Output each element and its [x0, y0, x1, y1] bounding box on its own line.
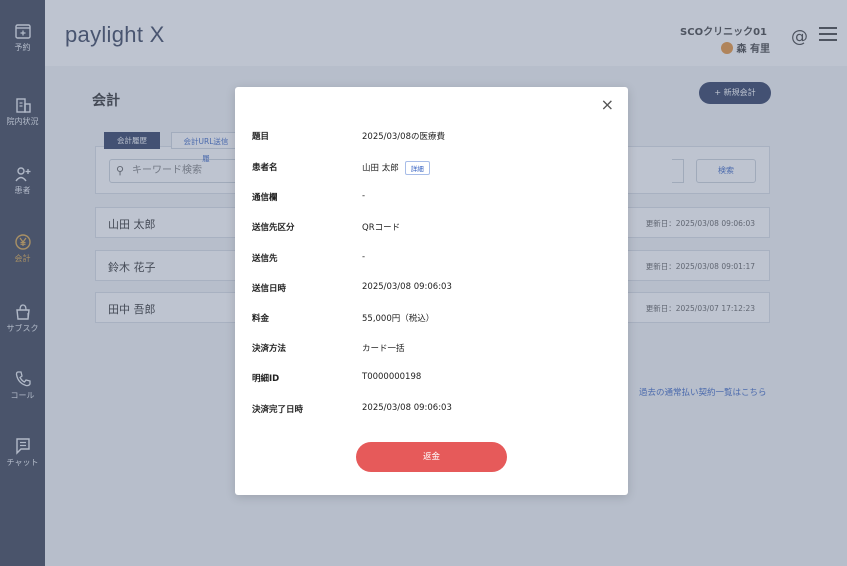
field-label: 題目 — [252, 132, 270, 142]
field-label: 通信欄 — [252, 193, 278, 203]
field-value: 55,000円（税込） — [362, 314, 435, 324]
field-value: 2025/03/08 09:06:03 — [362, 403, 452, 413]
field-value: 2025/03/08の医療費 — [362, 132, 445, 142]
field-label: 送信日時 — [252, 284, 287, 294]
field-value: T0000000198 — [362, 372, 422, 382]
field-label: 決済完了日時 — [252, 405, 304, 415]
field-label: 送信先 — [252, 254, 278, 264]
field-value: カード一括 — [362, 344, 405, 354]
field-label: 料金 — [252, 314, 270, 324]
payment-detail-modal: × 題目 2025/03/08の医療費 患者名 山田 太郎 詳細 通信欄 - 送信… — [235, 87, 628, 495]
field-label: 決済方法 — [252, 344, 287, 354]
refund-button[interactable]: 返金 — [356, 442, 507, 472]
close-icon[interactable]: × — [601, 95, 614, 114]
patient-name-value: 山田 太郎 — [362, 163, 399, 174]
field-label: 明細ID — [252, 374, 280, 384]
field-value: QRコード — [362, 223, 401, 233]
field-value: - — [362, 252, 366, 262]
detail-button[interactable]: 詳細 — [404, 161, 430, 175]
field-value-patient: 山田 太郎 詳細 — [362, 161, 430, 175]
field-label: 患者名 — [252, 163, 278, 173]
field-value: - — [362, 191, 366, 201]
field-label: 送信先区分 — [252, 223, 295, 233]
field-value: 2025/03/08 09:06:03 — [362, 282, 452, 292]
